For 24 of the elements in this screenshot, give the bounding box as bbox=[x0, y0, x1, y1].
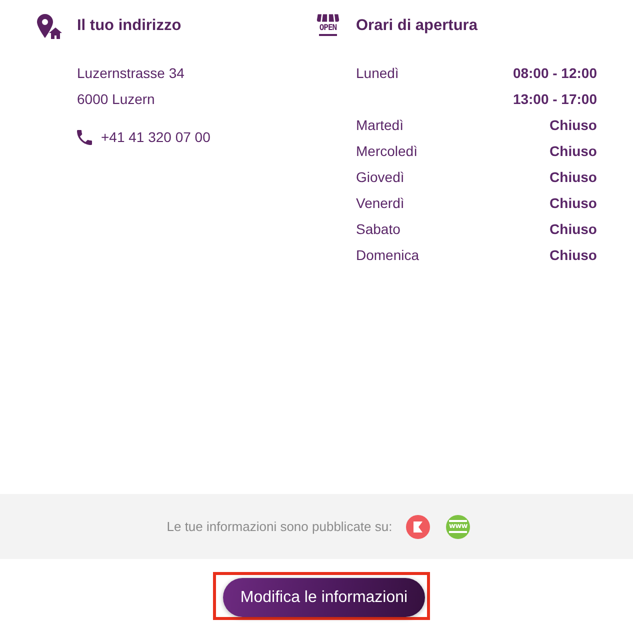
location-pin-icon bbox=[36, 13, 62, 39]
opening-time: 08:00 - 12:00 bbox=[512, 64, 597, 83]
weekday-label: Lunedì bbox=[356, 64, 399, 83]
opening-time: Chiuso bbox=[550, 246, 597, 265]
edit-info-button[interactable]: Modifica le informazioni bbox=[223, 578, 425, 617]
opening-time: Chiuso bbox=[550, 194, 597, 213]
opening-time: Chiuso bbox=[550, 168, 597, 187]
opening-time: Chiuso bbox=[550, 116, 597, 135]
weekday-label: Sabato bbox=[356, 220, 400, 239]
address-line: Luzernstrasse 34 bbox=[77, 64, 186, 83]
section-title: Orari di apertura bbox=[356, 17, 478, 35]
opening-time: Chiuso bbox=[550, 142, 597, 161]
opening-time: 13:00 - 17:00 bbox=[512, 90, 597, 109]
weekday-label: Domenica bbox=[356, 246, 420, 265]
weekday-label: Giovedì bbox=[356, 168, 404, 187]
phone-number: +41 41 320 07 00 bbox=[101, 128, 210, 147]
opening-time: Chiuso bbox=[550, 220, 597, 239]
weekday-label: Venerdì bbox=[356, 194, 404, 213]
phone-icon bbox=[77, 130, 92, 144]
address-line: 6000 Luzern bbox=[77, 90, 156, 109]
weekday-label: Martedì bbox=[356, 116, 404, 135]
section-title: Il tuo indirizzo bbox=[77, 17, 182, 35]
published-note: Le tue informazioni sono pubblicate su: bbox=[166, 519, 392, 534]
weekday-label: Mercoledì bbox=[356, 142, 418, 161]
